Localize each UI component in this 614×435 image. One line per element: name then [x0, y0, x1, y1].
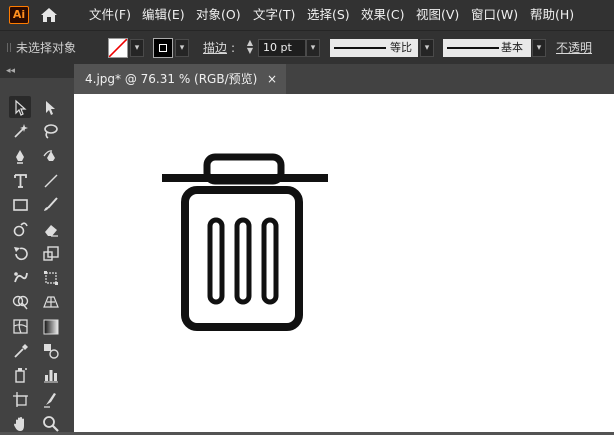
tools-panel: ◂◂ [0, 64, 74, 432]
scale-tool-icon[interactable] [39, 242, 61, 264]
gradient-tool-icon[interactable] [39, 315, 61, 337]
menu-window[interactable]: 窗口(W) [471, 0, 518, 30]
brush-dropdown-icon[interactable]: ▾ [532, 39, 546, 57]
direct-selection-tool-icon[interactable] [39, 96, 61, 118]
type-tool-icon[interactable] [9, 169, 31, 191]
menu-select[interactable]: 选择(S) [307, 0, 350, 30]
shaper-tool-icon[interactable] [9, 218, 31, 240]
trash-body [181, 186, 303, 331]
menu-view[interactable]: 视图(V) [416, 0, 459, 30]
variable-width-profile[interactable]: 等比 [330, 39, 418, 57]
panel-collapse-icon[interactable]: ◂◂ [0, 64, 74, 78]
menu-help[interactable]: 帮助(H) [530, 0, 574, 30]
brush-definition[interactable]: 基本 [443, 39, 531, 57]
menu-object[interactable]: 对象(O) [196, 0, 241, 30]
paintbrush-tool-icon[interactable] [39, 193, 61, 215]
fill-dropdown-icon[interactable]: ▾ [130, 39, 144, 57]
stroke-swatch[interactable] [153, 38, 173, 58]
menu-type[interactable]: 文字(T) [253, 0, 295, 30]
rotate-tool-icon[interactable] [9, 242, 31, 264]
mesh-tool-icon[interactable] [9, 315, 31, 337]
close-icon[interactable]: × [267, 64, 277, 94]
selection-status: 未选择对象 [16, 41, 77, 55]
home-icon[interactable] [38, 5, 60, 25]
rectangle-tool-icon[interactable] [9, 193, 31, 215]
control-bar-grip: || [6, 43, 13, 53]
hand-tool-icon[interactable] [9, 412, 31, 434]
magic-wand-tool-icon[interactable] [9, 120, 31, 142]
brush-line-preview [447, 47, 499, 49]
profile-line-preview [334, 47, 386, 49]
menu-effect[interactable]: 效果(C) [361, 0, 404, 30]
profile-dropdown-icon[interactable]: ▾ [420, 39, 434, 57]
stroke-dropdown-icon[interactable]: ▾ [175, 39, 189, 57]
stroke-weight-stepper[interactable]: ▲ ▼ [243, 39, 257, 57]
trash-slot-middle [234, 217, 252, 305]
shape-builder-tool-icon[interactable] [9, 290, 31, 312]
selection-tool-icon[interactable] [9, 96, 31, 118]
brush-label: 基本 [501, 41, 523, 54]
stroke-label-colon: : [231, 41, 236, 55]
line-segment-tool-icon[interactable] [39, 169, 61, 191]
curvature-tool-icon[interactable] [39, 145, 61, 167]
document-tab-title: 4.jpg* @ 76.31 % (RGB/预览) [85, 72, 258, 86]
menu-bar: Ai 文件(F) 编辑(E) 对象(O) 文字(T) 选择(S) 效果(C) 视… [0, 0, 614, 30]
eraser-tool-icon[interactable] [39, 218, 61, 240]
menu-file[interactable]: 文件(F) [89, 0, 131, 30]
profile-label: 等比 [390, 41, 412, 54]
eyedropper-tool-icon[interactable] [9, 339, 31, 361]
pen-tool-icon[interactable] [9, 145, 31, 167]
fill-swatch[interactable] [108, 38, 128, 58]
stroke-label[interactable]: 描边 [203, 31, 227, 65]
trash-slot-right [261, 217, 279, 305]
lasso-tool-icon[interactable] [39, 120, 61, 142]
app-logo: Ai [9, 6, 29, 24]
blend-tool-icon[interactable] [39, 339, 61, 361]
perspective-grid-tool-icon[interactable] [39, 290, 61, 312]
stroke-weight-input[interactable]: 10 pt [258, 39, 306, 57]
document-tab[interactable]: 4.jpg* @ 76.31 % (RGB/预览) × [74, 64, 286, 94]
trash-can-artwork[interactable] [74, 94, 614, 432]
free-transform-tool-icon[interactable] [39, 266, 61, 288]
zoom-tool-icon[interactable] [39, 412, 61, 434]
artboard-canvas[interactable] [74, 94, 614, 432]
document-tab-bar: 4.jpg* @ 76.31 % (RGB/预览) × [74, 64, 614, 94]
control-bar: || 未选择对象 ▾ ▾ 描边 : ▲ ▼ 10 pt ▾ 等比 ▾ 基本 ▾ 不… [0, 30, 614, 89]
slice-tool-icon[interactable] [39, 388, 61, 410]
column-graph-tool-icon[interactable] [39, 363, 61, 385]
puppet-warp-tool-icon[interactable] [9, 266, 31, 288]
artboard-tool-icon[interactable] [9, 388, 31, 410]
trash-slot-left [207, 217, 225, 305]
menu-edit[interactable]: 编辑(E) [142, 0, 185, 30]
symbol-sprayer-tool-icon[interactable] [9, 363, 31, 385]
stroke-weight-dropdown-icon[interactable]: ▾ [306, 39, 320, 57]
